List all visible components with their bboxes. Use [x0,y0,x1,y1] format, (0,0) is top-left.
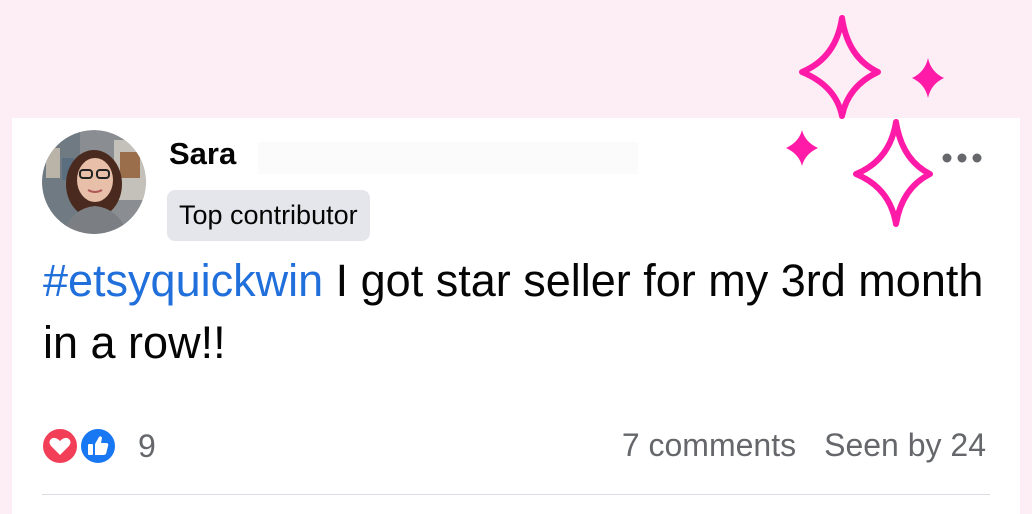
large-sparkle-outline-top-icon [799,15,881,119]
top-contributor-badge: Top contributor [167,190,370,241]
small-sparkle-top-right-icon [912,58,944,98]
more-options-button[interactable] [934,140,990,176]
ellipsis-icon [942,153,982,163]
comments-link[interactable]: 7 comments [622,427,796,464]
love-icon [40,426,80,466]
post-card: Sara Top contributor #etsyquickwin I got… [12,118,1020,514]
author-name[interactable]: Sara [169,136,236,172]
author-avatar[interactable] [42,130,146,234]
reactions-summary[interactable]: 9 [40,426,156,466]
post-body: #etsyquickwin I got star seller for my 3… [43,250,993,374]
reaction-count: 9 [138,427,156,464]
name-redaction [258,142,638,174]
seen-by-link[interactable]: Seen by 24 [824,427,986,464]
hashtag-link[interactable]: #etsyquickwin [43,255,323,306]
avatar-photo-icon [42,130,146,234]
divider [42,494,990,495]
post-stats: 7 comments Seen by 24 [622,427,986,464]
like-icon [78,426,118,466]
